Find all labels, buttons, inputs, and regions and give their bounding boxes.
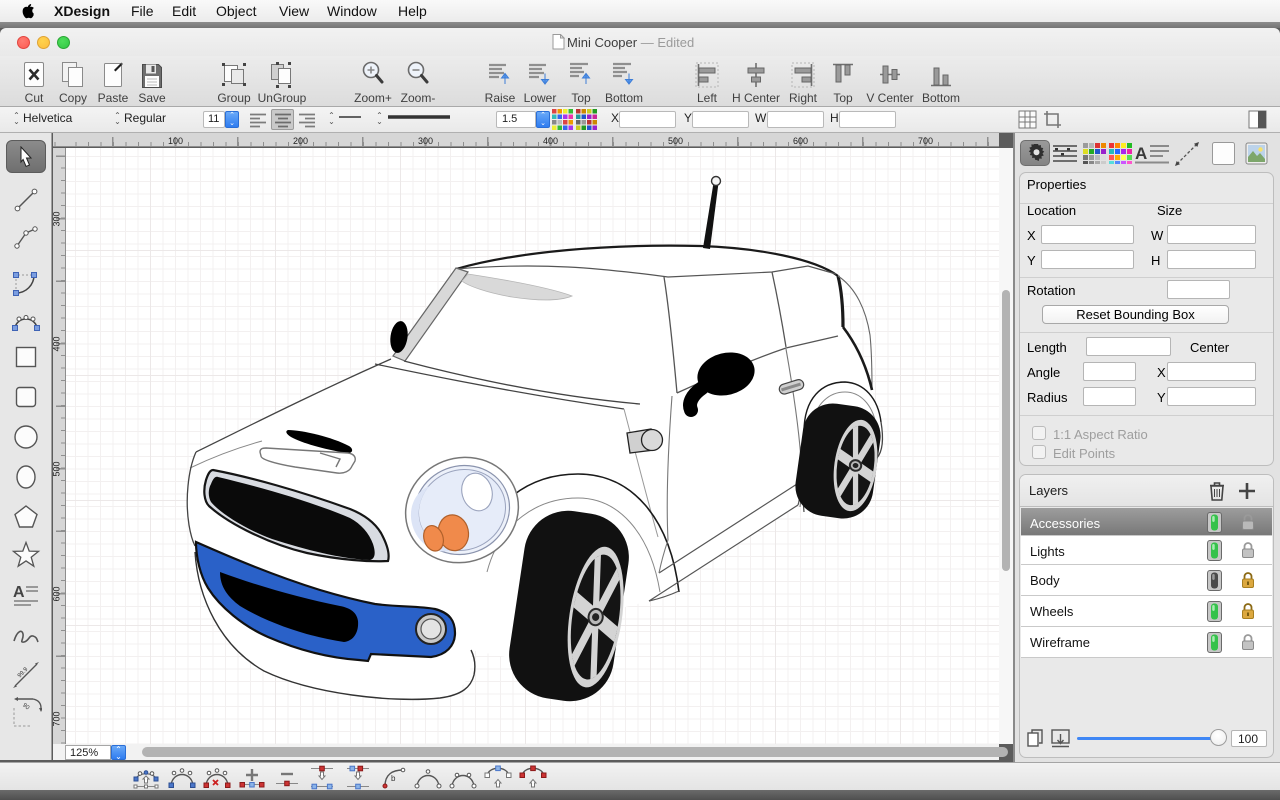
svg-text:90: 90 (21, 703, 30, 712)
svg-text:A: A (13, 584, 25, 601)
svg-text:b: b (391, 774, 396, 783)
svg-text:A: A (1135, 144, 1147, 163)
